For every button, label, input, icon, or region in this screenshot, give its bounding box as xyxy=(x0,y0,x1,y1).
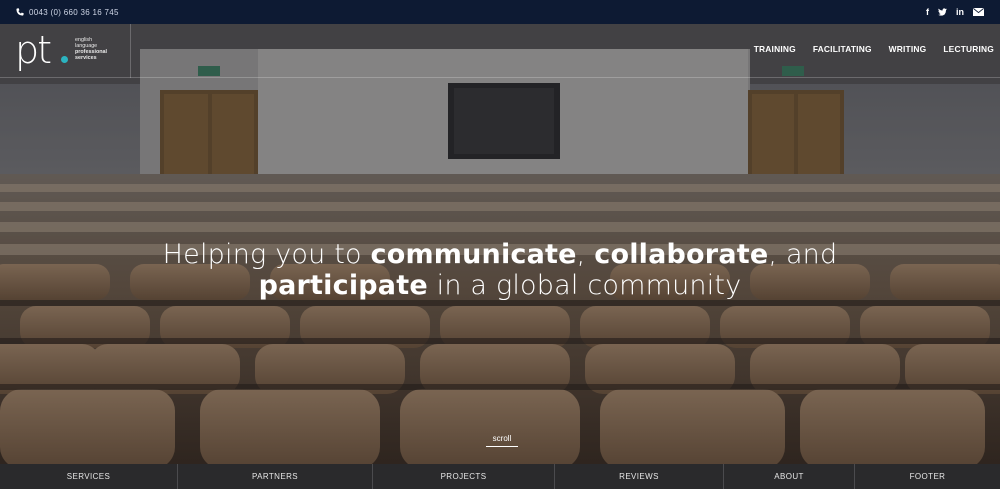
top-bar: 0043 (0) 660 36 16 745 f in xyxy=(0,0,1000,24)
headline-emphasis-communicate: communicate xyxy=(370,239,577,270)
nav-training[interactable]: TRAINING xyxy=(754,44,796,54)
logo-tagline: english language professional services xyxy=(75,37,107,61)
section-nav-partners[interactable]: PARTNERS xyxy=(178,464,373,489)
headline-line-1: Helping you to communicate, collaborate,… xyxy=(0,239,1000,270)
logo-mark: pt xyxy=(15,28,52,72)
section-nav-reviews[interactable]: REVIEWS xyxy=(555,464,724,489)
logo[interactable]: pt english language professional service… xyxy=(0,24,131,78)
email-icon[interactable] xyxy=(973,8,984,16)
twitter-icon[interactable] xyxy=(938,8,947,16)
logo-dot-icon xyxy=(61,56,68,63)
headline-emphasis-participate: participate xyxy=(258,270,428,301)
main-nav: TRAINING FACILITATING WRITING LECTURING xyxy=(754,44,994,54)
section-nav-projects[interactable]: PROJECTS xyxy=(373,464,555,489)
site-header: pt english language professional service… xyxy=(0,24,1000,78)
hero-headline: Helping you to communicate, collaborate,… xyxy=(0,239,1000,301)
section-nav: SERVICES PARTNERS PROJECTS REVIEWS ABOUT… xyxy=(0,464,1000,489)
logo-line: services xyxy=(75,55,97,61)
phone-contact[interactable]: 0043 (0) 660 36 16 745 xyxy=(16,8,119,17)
headline-text: in a global community xyxy=(427,270,742,301)
section-nav-services[interactable]: SERVICES xyxy=(0,464,178,489)
phone-icon xyxy=(16,8,24,16)
nav-writing[interactable]: WRITING xyxy=(889,44,927,54)
headline-text: Helping you to xyxy=(162,239,371,270)
section-nav-about[interactable]: ABOUT xyxy=(724,464,855,489)
facebook-icon[interactable]: f xyxy=(926,7,929,17)
section-nav-footer[interactable]: FOOTER xyxy=(855,464,1000,489)
hero-section: pt english language professional service… xyxy=(0,24,1000,464)
nav-facilitating[interactable]: FACILITATING xyxy=(813,44,872,54)
headline-line-2: participate in a global community xyxy=(0,270,1000,301)
headline-emphasis-collaborate: collaborate xyxy=(594,239,769,270)
phone-number: 0043 (0) 660 36 16 745 xyxy=(29,7,119,17)
nav-lecturing[interactable]: LECTURING xyxy=(943,44,994,54)
scroll-link[interactable]: scroll xyxy=(486,434,518,447)
headline-text: , and xyxy=(768,239,838,270)
headline-text: , xyxy=(576,239,595,270)
linkedin-icon[interactable]: in xyxy=(956,7,964,17)
social-links: f in xyxy=(926,7,984,17)
